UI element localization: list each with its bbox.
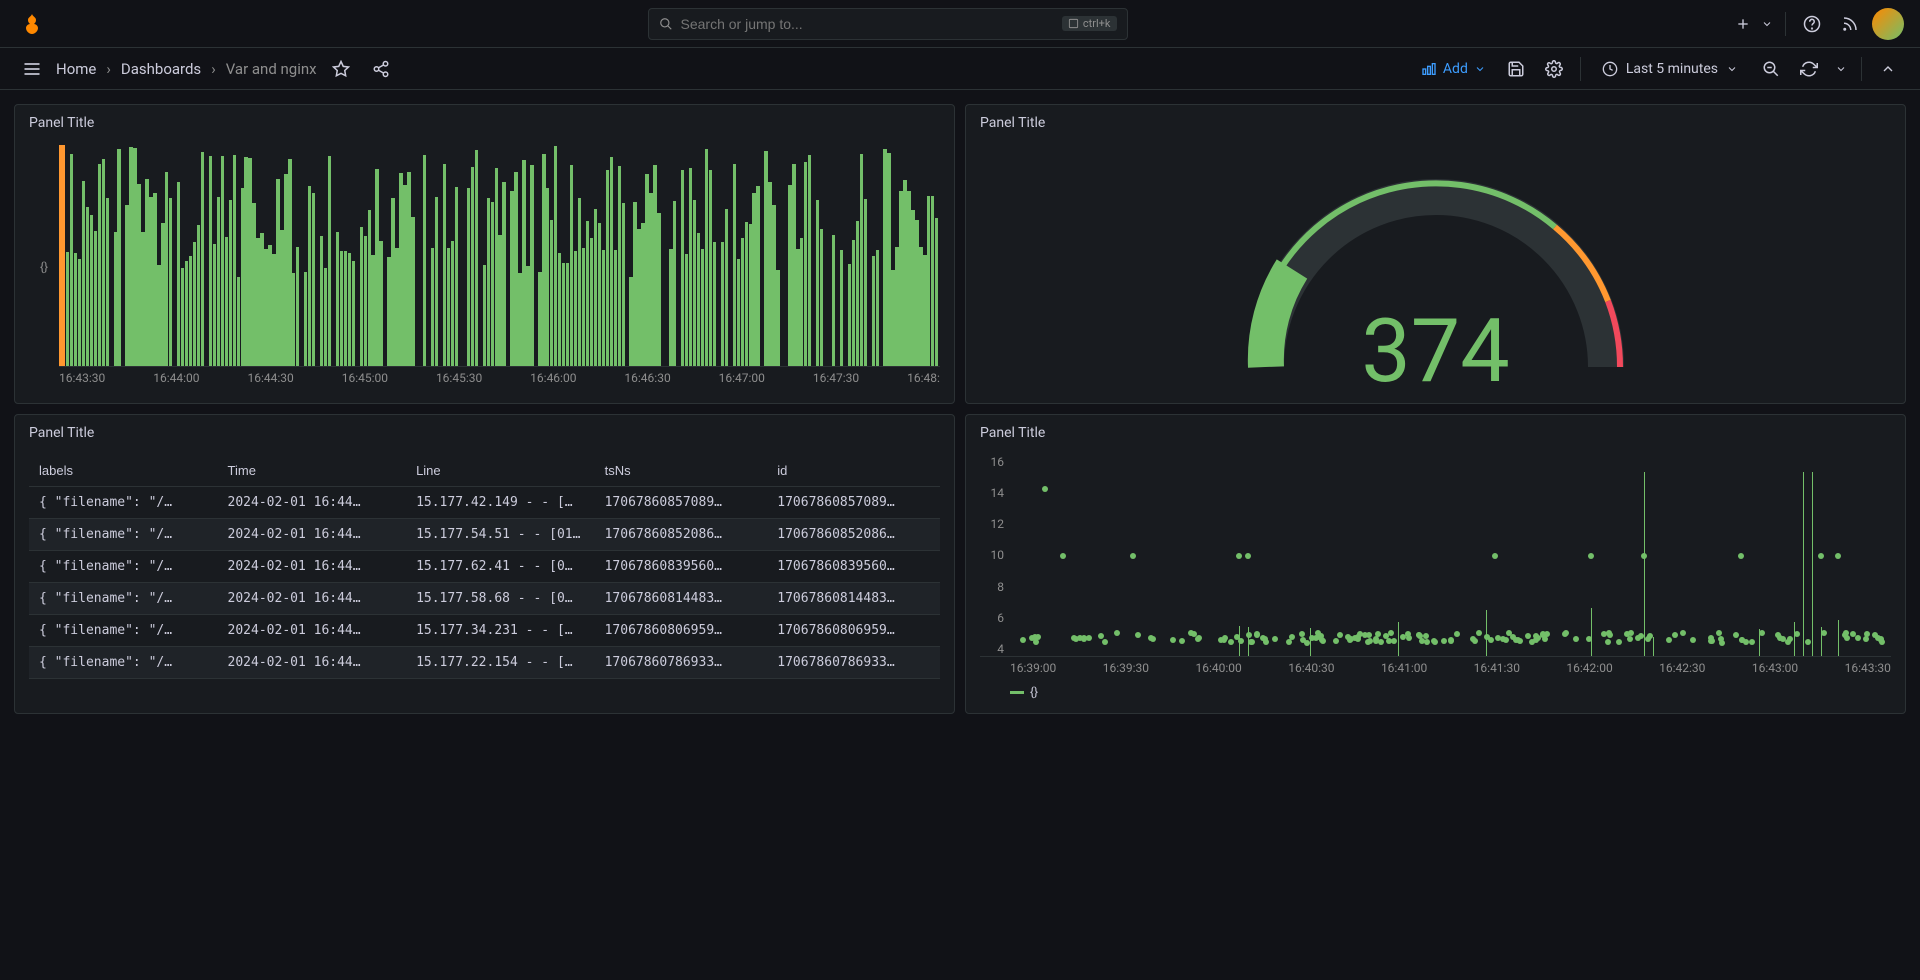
search-input[interactable] (681, 16, 1054, 32)
log-table: labelsTimeLinetsNsid { "filename": "/…20… (29, 455, 940, 679)
collapse-icon[interactable] (1872, 53, 1904, 85)
panel-title: Panel Title (966, 415, 1905, 451)
add-menu-button[interactable] (1727, 8, 1759, 40)
star-icon[interactable] (325, 53, 357, 85)
panel-logs-bars[interactable]: Panel Title {} 16:43:3016:44:0016:44:301… (14, 104, 955, 404)
refresh-dropdown[interactable] (1831, 53, 1851, 85)
panel-gauge[interactable]: Panel Title 374 (965, 104, 1906, 404)
menu-toggle[interactable] (16, 53, 48, 85)
x-axis: 16:43:3016:44:0016:44:3016:45:0016:45:30… (59, 371, 940, 389)
breadcrumb-home[interactable]: Home (56, 60, 96, 78)
panel-title: Panel Title (15, 415, 954, 451)
panel-table[interactable]: Panel Title labelsTimeLinetsNsid { "file… (14, 414, 955, 714)
y-axis: 16141210864 (980, 455, 1010, 656)
chevron-right-icon: › (106, 60, 111, 78)
bars-area (59, 145, 940, 367)
y-axis-label: {} (29, 145, 59, 389)
breadcrumb-dashboards[interactable]: Dashboards (121, 60, 201, 78)
column-header[interactable]: id (767, 455, 940, 487)
column-header[interactable]: Line (406, 455, 595, 487)
time-range-button[interactable]: Last 5 minutes (1591, 56, 1749, 82)
add-panel-button[interactable]: Add (1413, 57, 1494, 81)
column-header[interactable]: labels (29, 455, 218, 487)
user-avatar[interactable] (1872, 8, 1904, 40)
global-search[interactable]: ctrl+k (648, 8, 1128, 40)
legend: {} (980, 685, 1891, 699)
x-axis: 16:39:0016:39:3016:40:0016:40:3016:41:00… (980, 661, 1891, 679)
panel-scatter[interactable]: Panel Title 16141210864 16:39:0016:39:30… (965, 414, 1906, 714)
zoom-out-icon[interactable] (1755, 53, 1787, 85)
clock-icon (1602, 61, 1618, 77)
breadcrumb-current: Var and nginx (226, 60, 317, 78)
search-icon (659, 17, 673, 31)
panel-title: Panel Title (966, 105, 1905, 141)
table-row[interactable]: { "filename": "/…2024-02-01 16:44…15.177… (29, 551, 940, 583)
rss-icon[interactable] (1834, 8, 1866, 40)
breadcrumb: Home › Dashboards › Var and nginx (56, 60, 317, 78)
panel-title: Panel Title (15, 105, 954, 141)
gauge: 374 (1226, 147, 1646, 387)
refresh-icon[interactable] (1793, 53, 1825, 85)
share-icon[interactable] (365, 53, 397, 85)
gauge-value: 374 (1226, 300, 1646, 403)
save-icon[interactable] (1500, 53, 1532, 85)
table-row[interactable]: { "filename": "/…2024-02-01 16:44…15.177… (29, 615, 940, 647)
table-row[interactable]: { "filename": "/…2024-02-01 16:44…15.177… (29, 647, 940, 679)
table-row[interactable]: { "filename": "/…2024-02-01 16:44…15.177… (29, 487, 940, 519)
chevron-down-icon (1726, 63, 1738, 75)
panel-add-icon (1421, 61, 1437, 77)
chevron-down-icon (1474, 63, 1486, 75)
legend-swatch (1010, 691, 1024, 694)
gear-icon[interactable] (1538, 53, 1570, 85)
column-header[interactable]: Time (218, 455, 407, 487)
grafana-logo[interactable] (16, 8, 48, 40)
scatter-area (1010, 455, 1891, 656)
table-row[interactable]: { "filename": "/…2024-02-01 16:44…15.177… (29, 519, 940, 551)
search-shortcut: ctrl+k (1062, 16, 1117, 31)
chevron-down-icon[interactable] (1759, 8, 1775, 40)
table-row[interactable]: { "filename": "/…2024-02-01 16:44…15.177… (29, 583, 940, 615)
column-header[interactable]: tsNs (595, 455, 768, 487)
help-icon[interactable] (1796, 8, 1828, 40)
chevron-right-icon: › (211, 60, 216, 78)
